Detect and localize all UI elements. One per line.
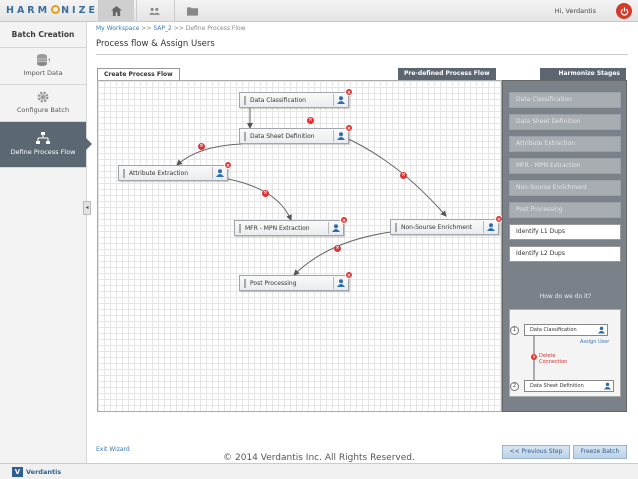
flow-node-data-sheet-definition[interactable]: Data Sheet Definition × <box>239 124 353 144</box>
top-bar: HARM NIZE Hi, Verdantis <box>0 0 638 22</box>
connection-nonsource-post <box>293 231 392 276</box>
flow-node-post-processing[interactable]: Post Processing × <box>239 271 353 291</box>
stage-non-sourse-enrichment: Non-Sourse Enrichment <box>509 180 621 196</box>
stage-data-classification: Data Classification <box>509 92 621 108</box>
drag-handle-icon[interactable] <box>123 168 125 178</box>
breadcrumb-workspace-link[interactable]: My Workspace <box>96 25 139 32</box>
assign-user-hint: Assign User <box>580 339 610 345</box>
sidebar-item-define-process-flow[interactable]: Define Process Flow <box>0 122 92 168</box>
users-icon <box>149 7 160 15</box>
flow-node-label: Data Sheet Definition <box>250 132 315 140</box>
footer-bar: V Verdantis <box>0 463 638 479</box>
demo-node: Data Sheet Definition <box>524 380 614 392</box>
drag-handle-icon[interactable] <box>395 222 397 232</box>
flow-node-data-classification[interactable]: Data Classification × <box>239 88 353 108</box>
delete-connection-icon: × <box>531 354 537 360</box>
exit-wizard-link[interactable]: Exit Wizard <box>96 446 130 453</box>
nav-folder-tab[interactable] <box>174 0 210 22</box>
stage-identify-l1-dups[interactable]: Identify L1 Dups <box>509 224 621 240</box>
drag-handle-icon[interactable] <box>239 223 241 233</box>
assign-user-icon[interactable] <box>483 221 497 233</box>
user-icon <box>604 382 611 390</box>
harmonize-stages-panel: Data Classification Data Sheet Definitio… <box>502 80 627 412</box>
nav-users-tab[interactable] <box>136 0 172 22</box>
delete-connection-icon[interactable]: × <box>262 190 269 197</box>
sidebar-collapse-handle[interactable]: ◂ <box>83 201 91 215</box>
flow-node-label: Non-Sourse Enrichment <box>401 223 473 231</box>
divider <box>96 54 628 55</box>
stage-data-sheet-definition: Data Sheet Definition <box>509 114 621 130</box>
assign-user-icon[interactable] <box>333 130 347 142</box>
connection-attr-mfr <box>227 178 292 221</box>
flow-node-label: MFR - MPN Extraction <box>245 224 310 232</box>
power-icon <box>620 6 628 16</box>
copyright-text: © 2014 Verdantis Inc. All Rights Reserve… <box>223 453 415 463</box>
user-icon <box>598 326 605 334</box>
stage-mfr-mpn-extraction: MFR - MPN Extraction <box>509 158 621 174</box>
how-to-demo: 1 2 Data Classification Assign User × De… <box>509 309 621 397</box>
stage-identify-l2-dups[interactable]: Identify L2 Dups <box>509 246 621 262</box>
drag-handle-icon[interactable] <box>244 95 246 105</box>
breadcrumb-batch-link[interactable]: SAP_2 <box>153 25 171 32</box>
stage-attribute-extraction: Attribute Extraction <box>509 136 621 152</box>
flow-icon <box>36 132 50 144</box>
flow-node-mfr-mpn-extraction[interactable]: MFR - MPN Extraction × <box>234 216 348 236</box>
flow-node-attribute-extraction[interactable]: Attribute Extraction × <box>118 161 232 181</box>
harmonize-logo: HARM NIZE <box>6 5 98 16</box>
flow-node-non-sourse-enrichment[interactable]: Non-Sourse Enrichment × <box>390 215 503 235</box>
drag-handle-icon[interactable] <box>244 131 246 141</box>
gear-icon <box>37 91 49 103</box>
sidebar-item-configure-batch[interactable]: Configure Batch <box>0 85 86 122</box>
logout-button[interactable] <box>616 3 632 19</box>
assign-user-icon[interactable] <box>333 277 347 289</box>
page-title: Process flow & Assign Users <box>96 39 215 49</box>
sidebar-item-label: Define Process Flow <box>10 148 76 156</box>
delete-connection-icon[interactable]: × <box>198 143 205 150</box>
assign-user-icon[interactable] <box>333 94 347 106</box>
flow-node-label: Attribute Extraction <box>129 169 189 177</box>
step-number: 1 <box>510 326 519 335</box>
assign-user-icon[interactable] <box>328 222 342 234</box>
breadcrumb: My Workspace >> SAP_2 >> Define Process … <box>96 25 246 32</box>
sidebar-title: Batch Creation <box>0 22 86 48</box>
tab-predefined-process-flow[interactable]: Pre-defined Process Flow <box>398 68 496 80</box>
drag-handle-icon[interactable] <box>244 278 246 288</box>
breadcrumb-current: Define Process Flow <box>185 25 246 32</box>
home-icon <box>111 6 122 16</box>
delete-node-icon[interactable]: × <box>345 271 353 279</box>
flow-node-label: Data Classification <box>250 96 306 104</box>
delete-connection-icon[interactable]: × <box>400 172 407 179</box>
sidebar: Batch Creation + Import Data Configure B… <box>0 22 92 463</box>
step-number: 2 <box>510 382 519 391</box>
database-icon: + <box>37 54 50 66</box>
delete-connection-hint: Delete Connection <box>539 353 568 365</box>
user-greeting: Hi, Verdantis <box>554 7 596 15</box>
harmonize-stages-header: Harmonize Stages <box>540 68 626 80</box>
verdantis-v-icon: V <box>12 467 23 477</box>
process-flow-canvas[interactable]: × × × × × Data Classification × Data She… <box>97 80 503 412</box>
connection-dsd-attr <box>176 143 242 166</box>
delete-node-icon[interactable]: × <box>224 161 232 169</box>
stage-post-processing: Post Processing <box>509 202 621 218</box>
delete-connection-icon[interactable]: × <box>307 117 314 124</box>
tab-create-process-flow[interactable]: Create Process Flow <box>97 68 180 80</box>
assign-user-icon[interactable] <box>212 167 226 179</box>
connection-dsd-nonsource <box>343 136 447 217</box>
nav-home-tab[interactable] <box>98 0 134 22</box>
delete-node-icon[interactable]: × <box>345 124 353 132</box>
folder-icon <box>187 7 198 16</box>
sidebar-item-label: Configure Batch <box>16 106 70 114</box>
how-to-title: How do we do it? <box>539 293 592 300</box>
flow-node-label: Post Processing <box>250 279 297 287</box>
demo-node: Data Classification <box>524 324 608 336</box>
delete-node-icon[interactable]: × <box>340 216 348 224</box>
delete-node-icon[interactable]: × <box>345 88 353 96</box>
chevron-left-icon: ◂ <box>85 204 89 211</box>
delete-connection-icon[interactable]: × <box>334 245 341 252</box>
sidebar-item-label: Import Data <box>23 69 63 77</box>
sidebar-item-import-data[interactable]: + Import Data <box>0 48 86 85</box>
verdantis-logo: V Verdantis <box>12 467 61 477</box>
svg-text:+: + <box>47 57 50 64</box>
